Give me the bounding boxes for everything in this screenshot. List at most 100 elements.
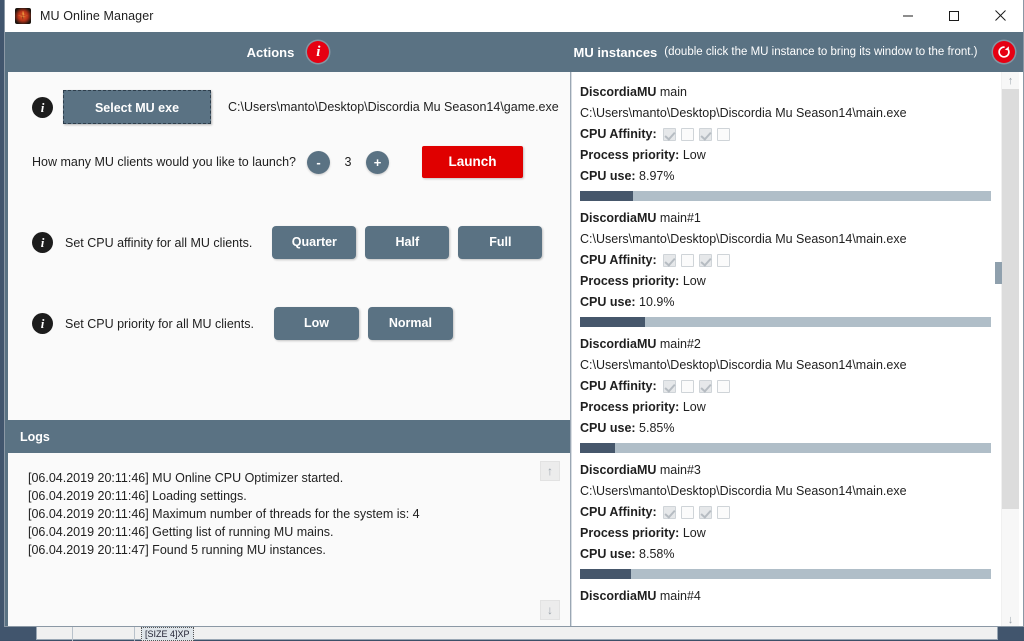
cpu-use-value: 8.58% [639,547,674,561]
affinity-checkbox-core-2[interactable] [699,380,712,393]
affinity-checkbox-core-1[interactable] [681,128,694,141]
info-icon[interactable]: i [307,41,329,63]
instance-title: DiscordiaMU main#4 [580,586,1001,607]
actions-header: Actions i [5,32,571,72]
priority-value: Low [683,526,706,540]
instance-title: DiscordiaMU main#1 [580,208,1001,229]
background-window[interactable]: [SIZE 4]XP [36,626,998,640]
affinity-checkbox-core-3[interactable] [717,380,730,393]
cpu-use-label: CPU use: [580,547,639,561]
info-icon[interactable] [32,97,53,118]
affinity-checkbox-core-1[interactable] [681,380,694,393]
instances-scroll-up-button[interactable]: ↑ [1002,72,1019,89]
instance-priority-row: Process priority: Low [580,523,1001,544]
cpu-use-value: 8.97% [639,169,674,183]
info-icon[interactable] [32,313,53,334]
cpu-use-value: 5.85% [639,421,674,435]
instance-affinity-row: CPU Affinity: [580,250,1001,271]
cpu-progress-fill [580,191,633,201]
instance-path: C:\Users\manto\Desktop\Discordia Mu Seas… [580,355,1001,376]
maximize-button[interactable] [931,0,977,31]
affinity-checkbox-core-0[interactable] [663,128,676,141]
affinity-checkbox-core-2[interactable] [699,128,712,141]
priority-normal-button[interactable]: Normal [368,307,453,340]
cpu-progress-fill [580,443,615,453]
instance-item[interactable]: DiscordiaMU main#4 [580,586,1001,607]
logs-header: Logs [5,420,570,453]
log-list: [06.04.2019 20:11:46] MU Online CPU Opti… [28,469,570,559]
affinity-checkbox-core-0[interactable] [663,380,676,393]
instance-affinity-row: CPU Affinity: [580,124,1001,145]
log-line: [06.04.2019 20:11:46] Getting list of ru… [28,523,570,541]
affinity-checkbox-core-1[interactable] [681,254,694,267]
instance-server-name: DiscordiaMU [580,85,656,99]
affinity-checkbox-group [663,506,730,519]
mu-online-manager-window: MU Online Manager Actions i MU instanc [4,0,1024,627]
affinity-half-button[interactable]: Half [365,226,449,259]
cpu-progress-bar [580,317,991,327]
increment-clients-button[interactable]: + [366,151,389,174]
cpu-use-label: CPU use: [580,169,639,183]
affinity-label: CPU Affinity: [580,250,657,271]
priority-label: Process priority: [580,148,683,162]
priority-label: Process priority: [580,526,683,540]
affinity-checkbox-core-2[interactable] [699,506,712,519]
decrement-clients-button[interactable]: - [307,151,330,174]
instances-scrollbar-thumb[interactable] [1002,89,1019,509]
priority-low-button[interactable]: Low [274,307,359,340]
affinity-full-button[interactable]: Full [458,226,542,259]
instances-list[interactable]: DiscordiaMU mainC:\Users\manto\Desktop\D… [572,72,1001,627]
priority-value: Low [683,274,706,288]
log-line: [06.04.2019 20:11:46] Loading settings. [28,487,570,505]
launch-button[interactable]: Launch [422,146,523,178]
select-mu-exe-button[interactable]: Select MU exe [63,90,211,124]
cpu-use-label: CPU use: [580,421,639,435]
instance-item[interactable]: DiscordiaMU main#1C:\Users\manto\Desktop… [580,208,1001,327]
client-count-row: How many MU clients would you like to la… [8,146,570,178]
instance-cpu-row: CPU use: 8.97% [580,166,1001,187]
window-body: Select MU exe C:\Users\manto\Desktop\Dis… [5,72,1023,627]
instance-item[interactable]: DiscordiaMU main#3C:\Users\manto\Desktop… [580,460,1001,579]
affinity-checkbox-core-0[interactable] [663,254,676,267]
close-button[interactable] [977,0,1023,31]
affinity-checkbox-core-2[interactable] [699,254,712,267]
cpu-use-value: 10.9% [639,295,674,309]
logs-scroll-down-button[interactable]: ↓ [540,600,560,620]
instances-hint: (double click the MU instance to bring i… [664,46,977,58]
window-title: MU Online Manager [40,9,154,23]
instances-header: MU instances (double click the MU instan… [571,32,1023,72]
affinity-checkbox-core-0[interactable] [663,506,676,519]
instance-process-name: main#1 [656,211,700,225]
window-controls [885,0,1023,31]
logs-scroll-up-button[interactable]: ↑ [540,461,560,481]
instance-path: C:\Users\manto\Desktop\Discordia Mu Seas… [580,103,1001,124]
affinity-label: CPU Affinity: [580,376,657,397]
affinity-checkbox-core-1[interactable] [681,506,694,519]
header-band: Actions i MU instances (double click the… [5,32,1023,72]
instance-item[interactable]: DiscordiaMU main#2C:\Users\manto\Desktop… [580,334,1001,453]
instances-panel: DiscordiaMU mainC:\Users\manto\Desktop\D… [571,72,1023,627]
priority-value: Low [683,148,706,162]
affinity-checkbox-group [663,128,730,141]
instances-scrollbar[interactable]: ↑ ↓ [1001,72,1019,627]
instance-priority-row: Process priority: Low [580,145,1001,166]
cpu-progress-fill [580,569,631,579]
instances-scroll-down-button[interactable]: ↓ [1002,611,1019,627]
refresh-icon[interactable] [993,41,1015,63]
instances-title: MU instances [573,45,657,60]
affinity-checkbox-group [663,254,730,267]
affinity-checkbox-core-3[interactable] [717,254,730,267]
instance-server-name: DiscordiaMU [580,337,656,351]
instance-item[interactable]: DiscordiaMU mainC:\Users\manto\Desktop\D… [580,82,1001,201]
info-icon[interactable] [32,232,53,253]
cpu-progress-fill [580,317,645,327]
instance-cpu-row: CPU use: 5.85% [580,418,1001,439]
affinity-checkbox-core-3[interactable] [717,128,730,141]
affinity-label: CPU Affinity: [580,124,657,145]
minimize-button[interactable] [885,0,931,31]
affinity-checkbox-core-3[interactable] [717,506,730,519]
affinity-quarter-button[interactable]: Quarter [272,226,356,259]
priority-value: Low [683,400,706,414]
title-bar: MU Online Manager [5,0,1023,32]
instance-title: DiscordiaMU main#3 [580,460,1001,481]
